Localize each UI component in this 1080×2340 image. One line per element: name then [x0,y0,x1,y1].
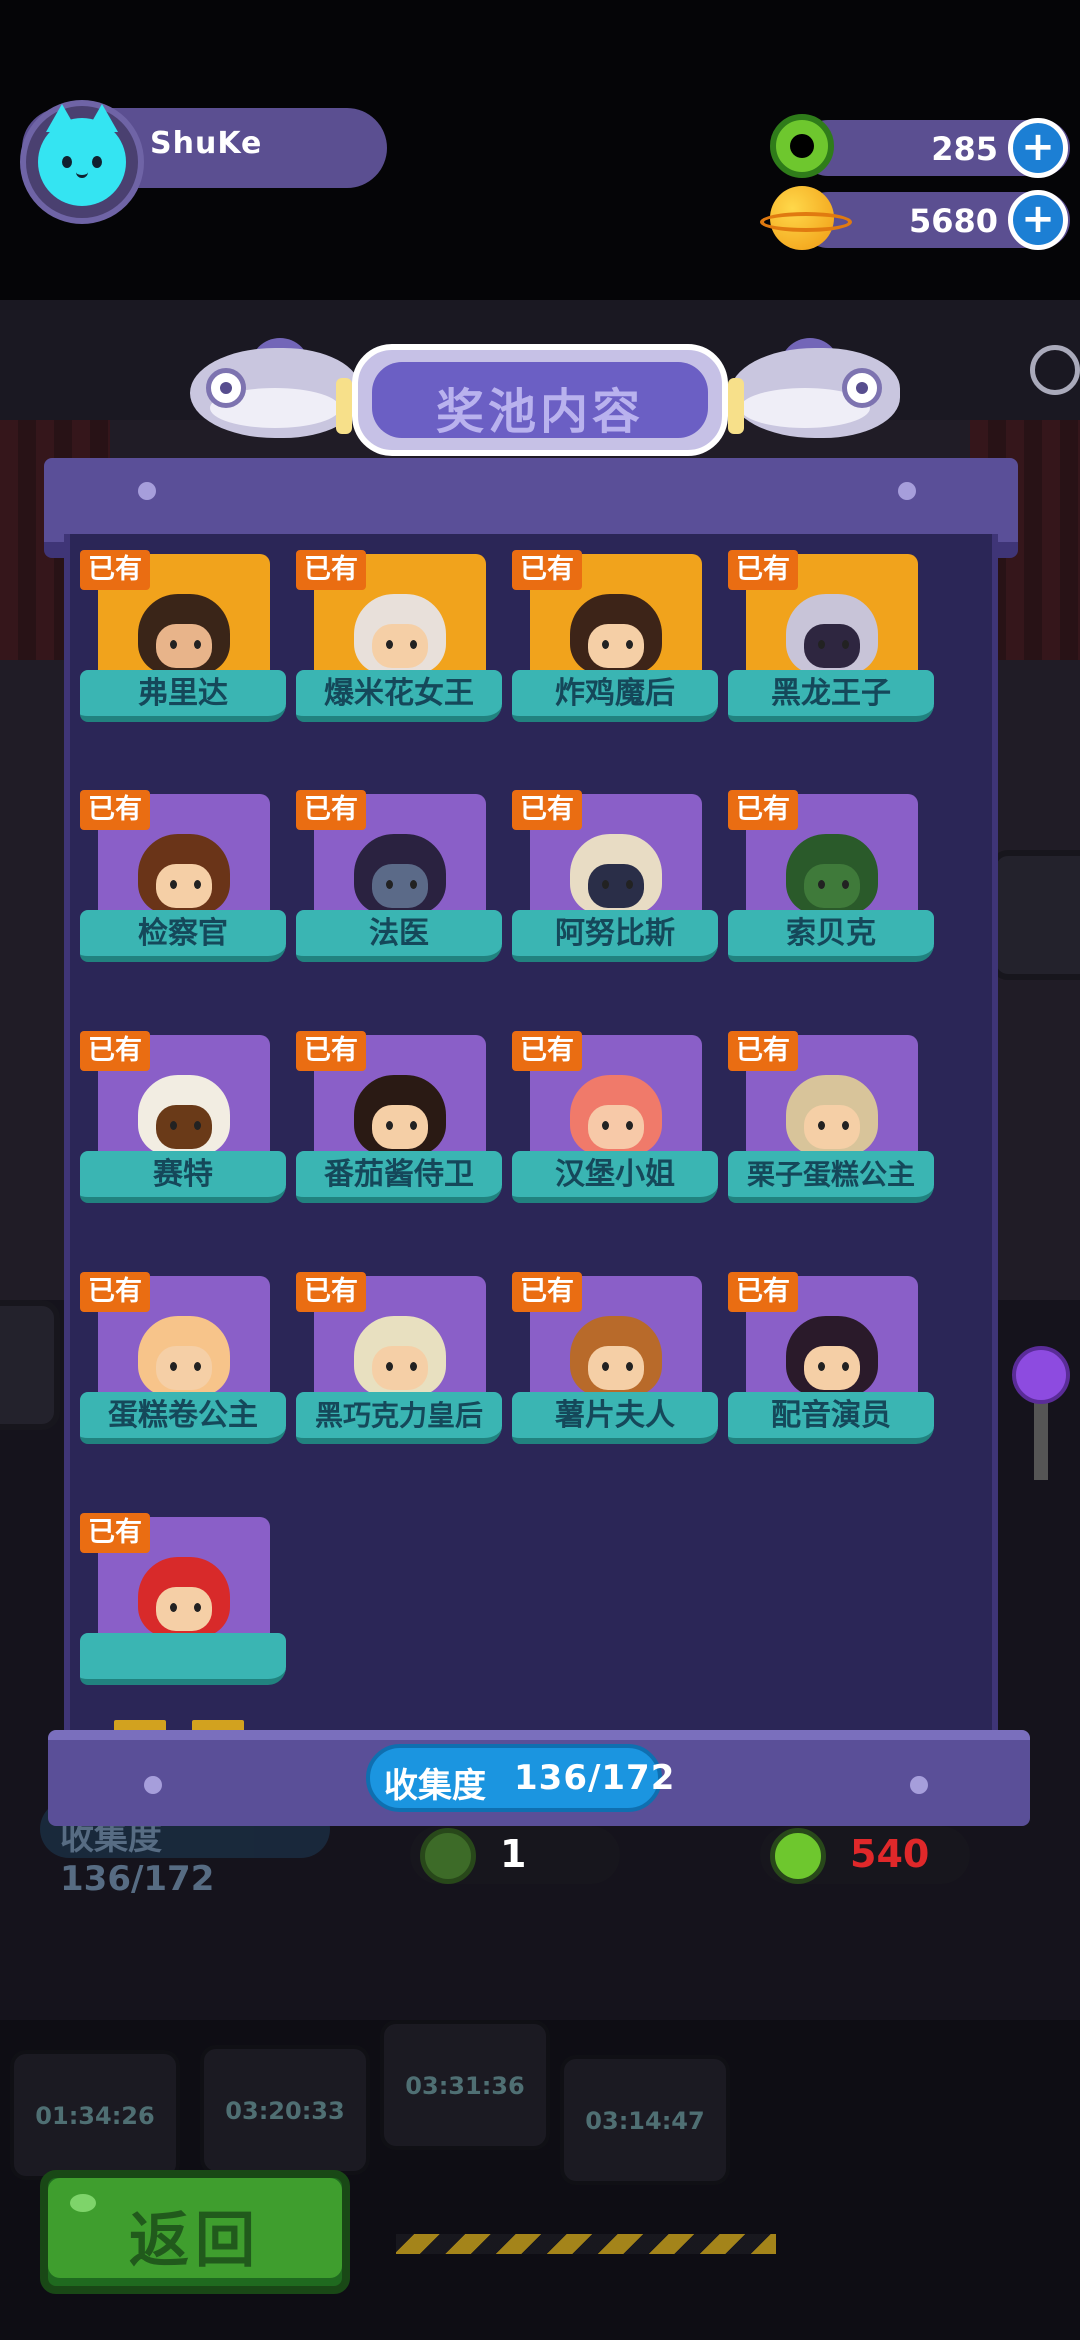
owned-tag: 已有 [296,1272,366,1312]
character-name: 黑龙王子 [728,670,934,722]
reward-card[interactable]: 已有 番茄酱侍卫 [296,1031,502,1231]
reward-card[interactable]: 已有 配音演员 [728,1272,934,1472]
reward-card[interactable]: 已有 栗子蛋糕公主 [728,1031,934,1231]
add-currency-button[interactable]: + [1008,118,1068,178]
reward-card[interactable]: 已有 赛特 [80,1031,286,1231]
owned-tag: 已有 [80,1513,150,1553]
character-name: 弗里达 [80,670,286,722]
character-name: 栗子蛋糕公主 [728,1151,934,1203]
player-avatar[interactable] [20,100,144,224]
reward-card[interactable]: 已有 薯片夫人 [512,1272,718,1472]
back-button[interactable]: 返回 [40,2170,350,2294]
owned-tag: 已有 [728,550,798,590]
background-timer: 03:14:47 [560,2055,730,2185]
character-name: 阿努比斯 [512,910,718,962]
character-name: 番茄酱侍卫 [296,1151,502,1203]
collection-label: 收集度 [384,1766,486,1806]
lever-stick [1034,1400,1048,1480]
owned-tag: 已有 [512,550,582,590]
owned-tag: 已有 [512,790,582,830]
reward-card[interactable]: 已有 法医 [296,790,502,990]
green-ring-coin-icon [770,114,834,178]
background-timer: 03:31:36 [380,2020,550,2150]
character-name [80,1633,286,1685]
player-name: ShuKe [150,126,263,161]
reward-card[interactable]: 已有 爆米花女王 [296,550,502,750]
reward-card[interactable]: 已有 炸鸡魔后 [512,550,718,750]
character-name: 薯片夫人 [512,1392,718,1444]
character-name: 爆米花女王 [296,670,502,722]
owned-tag: 已有 [728,1272,798,1312]
background-timer: 03:20:33 [200,2045,370,2175]
collection-value: 136/172 [514,1758,676,1798]
back-button-label: 返回 [129,2206,261,2276]
background-counter: 540 [760,1826,970,1884]
reward-card[interactable]: 已有 蛋糕卷公主 [80,1272,286,1472]
background-shelf [0,1300,60,1430]
scissors-icon [1030,345,1080,395]
currency-amount: 5680 [908,202,998,240]
owned-tag: 已有 [80,550,150,590]
character-name: 汉堡小姐 [512,1151,718,1203]
reward-card[interactable]: 已有 检察官 [80,790,286,990]
cat-icon [38,104,126,206]
character-name: 法医 [296,910,502,962]
owned-tag: 已有 [512,1272,582,1312]
background-coin-icon [770,1828,826,1884]
character-name: 蛋糕卷公主 [80,1392,286,1444]
owned-tag: 已有 [80,790,150,830]
owned-tag: 已有 [512,1031,582,1071]
reward-card[interactable]: 已有 索贝克 [728,790,934,990]
owned-tag: 已有 [728,790,798,830]
background-coin-icon [420,1828,476,1884]
dialog-title-plate: 奖池内容 [336,344,744,456]
currency-gold: 5680 + [760,186,1070,250]
currency-green: 285 + [770,114,1070,178]
reward-card[interactable]: 已有 弗里达 [80,550,286,750]
lever-knob-icon [1012,1346,1070,1404]
character-name: 黑巧克力皇后 [296,1392,502,1444]
owned-tag: 已有 [80,1272,150,1312]
character-name: 赛特 [80,1151,286,1203]
reward-pool-grid[interactable]: 已有 弗里达 已有 爆米花女王 已有 炸鸡魔后 已有 黑龙王子 已有 检察官 已有 法医 已有 阿努比斯已… [64,534,998,1734]
reward-card[interactable]: 已有 黑巧克力皇后 [296,1272,502,1472]
owned-tag: 已有 [296,1031,366,1071]
currency-amount: 285 [931,130,998,168]
collection-progress-badge: 收集度 136/172 [366,1744,674,1812]
owned-tag: 已有 [728,1031,798,1071]
character-name: 索贝克 [728,910,934,962]
owned-tag: 已有 [296,790,366,830]
fish-decoration-icon [720,338,920,448]
hazard-stripe [396,2234,776,2254]
owned-tag: 已有 [296,550,366,590]
reward-card[interactable]: 已有 阿努比斯 [512,790,718,990]
character-name: 配音演员 [728,1392,934,1444]
planet-coin-icon [760,186,852,250]
background-counter: 1 [410,1826,620,1884]
background-shelf [990,850,1080,980]
reward-card[interactable]: 已有 汉堡小姐 [512,1031,718,1231]
dialog-title: 奖池内容 [435,384,644,440]
reward-card[interactable]: 已有 黑龙王子 [728,550,934,750]
background-timer: 01:34:26 [10,2050,180,2180]
add-currency-button[interactable]: + [1008,190,1068,250]
character-name: 炸鸡魔后 [512,670,718,722]
owned-tag: 已有 [80,1031,150,1071]
reward-card[interactable]: 已有 [80,1513,286,1713]
character-name: 检察官 [80,910,286,962]
